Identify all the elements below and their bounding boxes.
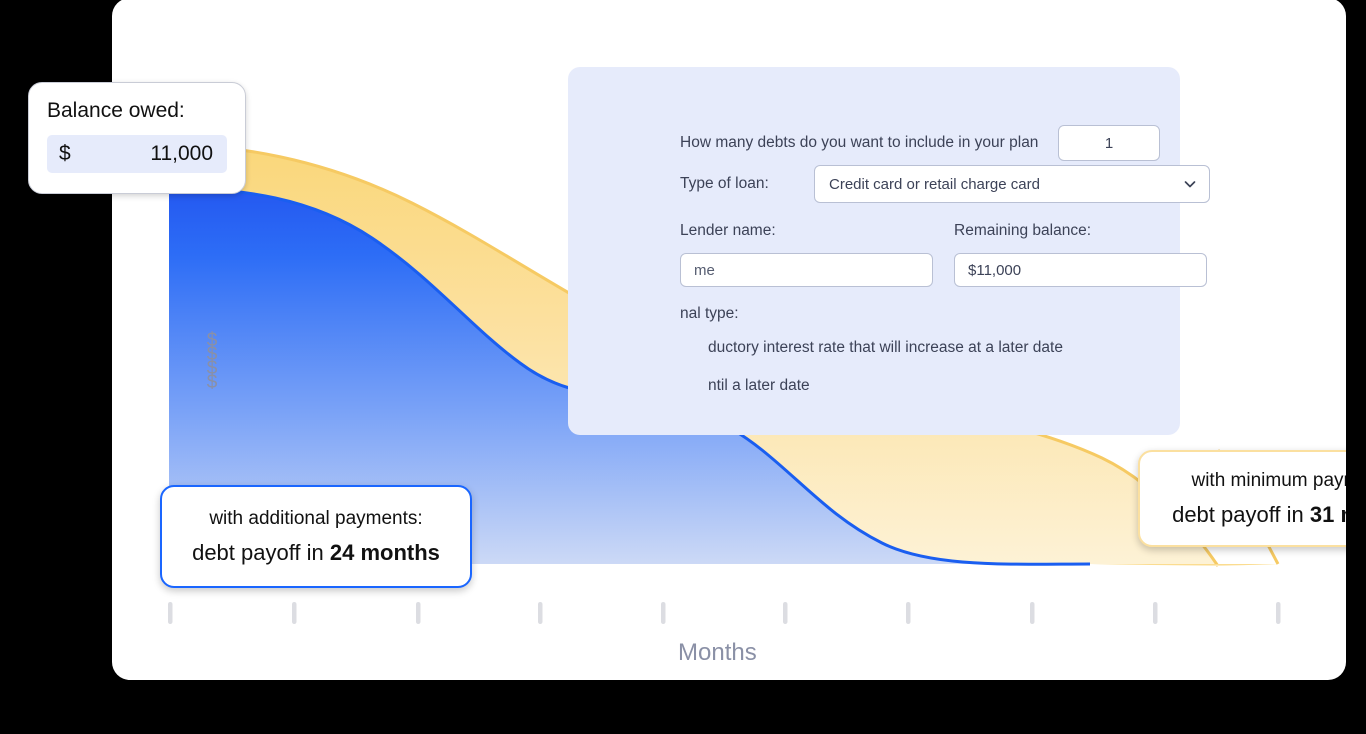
callout-additional-prefix: debt payoff in xyxy=(192,539,330,565)
callout-additional-payments: with additional payments: debt payoff in… xyxy=(160,485,472,588)
screenshot-root: $ $ $ $ Months How many debts do you wan… xyxy=(0,0,1366,734)
balance-owed-value-box[interactable]: $ 11,000 xyxy=(47,135,227,173)
chevron-down-icon xyxy=(1183,177,1197,191)
callout-additional-result: debt payoff in 24 months xyxy=(180,540,470,566)
callout-additional-months: 24 months xyxy=(329,539,440,565)
x-axis-label: Months xyxy=(678,639,757,666)
callout-minimum-months: 31 months xyxy=(1309,501,1346,527)
callout-minimum-title: with minimum payments: xyxy=(1191,469,1346,491)
currency-symbol: $ xyxy=(59,142,71,165)
loan-type-select[interactable]: Credit card or retail charge card xyxy=(814,165,1210,203)
remaining-balance-input[interactable]: $11,000 xyxy=(954,253,1207,287)
y-axis-glyph-4: $ xyxy=(206,372,218,393)
remaining-balance-label: Remaining balance: xyxy=(954,222,1092,239)
loan-type-label: Type of loan: xyxy=(680,175,769,192)
loan-type-row: Type of loan: Credit card or retail char… xyxy=(680,165,1210,203)
balance-owed-amount: 11,000 xyxy=(150,142,213,165)
option-intro-rate[interactable]: ductory interest rate that will increase… xyxy=(708,339,1063,357)
callout-minimum-prefix: debt payoff in xyxy=(1172,501,1310,527)
lender-name-label: Lender name: xyxy=(680,222,776,239)
callout-additional-title: with additional payments: xyxy=(209,507,423,529)
callout-minimum-payments: with minimum payments: debt payoff in 31… xyxy=(1138,450,1346,547)
callout-minimum-result: debt payoff in 31 months xyxy=(1158,502,1346,528)
series-minimum-tail-fill xyxy=(1090,564,1278,566)
option-deferred[interactable]: ntil a later date xyxy=(708,377,810,395)
lender-name-placeholder: me xyxy=(694,261,715,279)
debts-count-label: How many debts do you want to include in… xyxy=(680,134,1039,151)
screen: $ $ $ $ Months How many debts do you wan… xyxy=(112,0,1346,680)
loan-type-value: Credit card or retail charge card xyxy=(829,175,1040,193)
debt-plan-form-panel: How many debts do you want to include in… xyxy=(568,67,1210,435)
x-axis-ticks xyxy=(168,602,1281,624)
debts-count-row: How many debts do you want to include in… xyxy=(680,125,1160,161)
debts-count-input[interactable]: 1 xyxy=(1058,125,1160,161)
additional-type-label: nal type: xyxy=(680,305,739,322)
balance-owed-title: Balance owed: xyxy=(47,99,185,122)
y-axis-label: $ $ $ $ xyxy=(201,331,223,393)
lender-name-input[interactable]: me xyxy=(680,253,933,287)
callout-balance-owed: Balance owed: $ 11,000 xyxy=(28,82,246,194)
